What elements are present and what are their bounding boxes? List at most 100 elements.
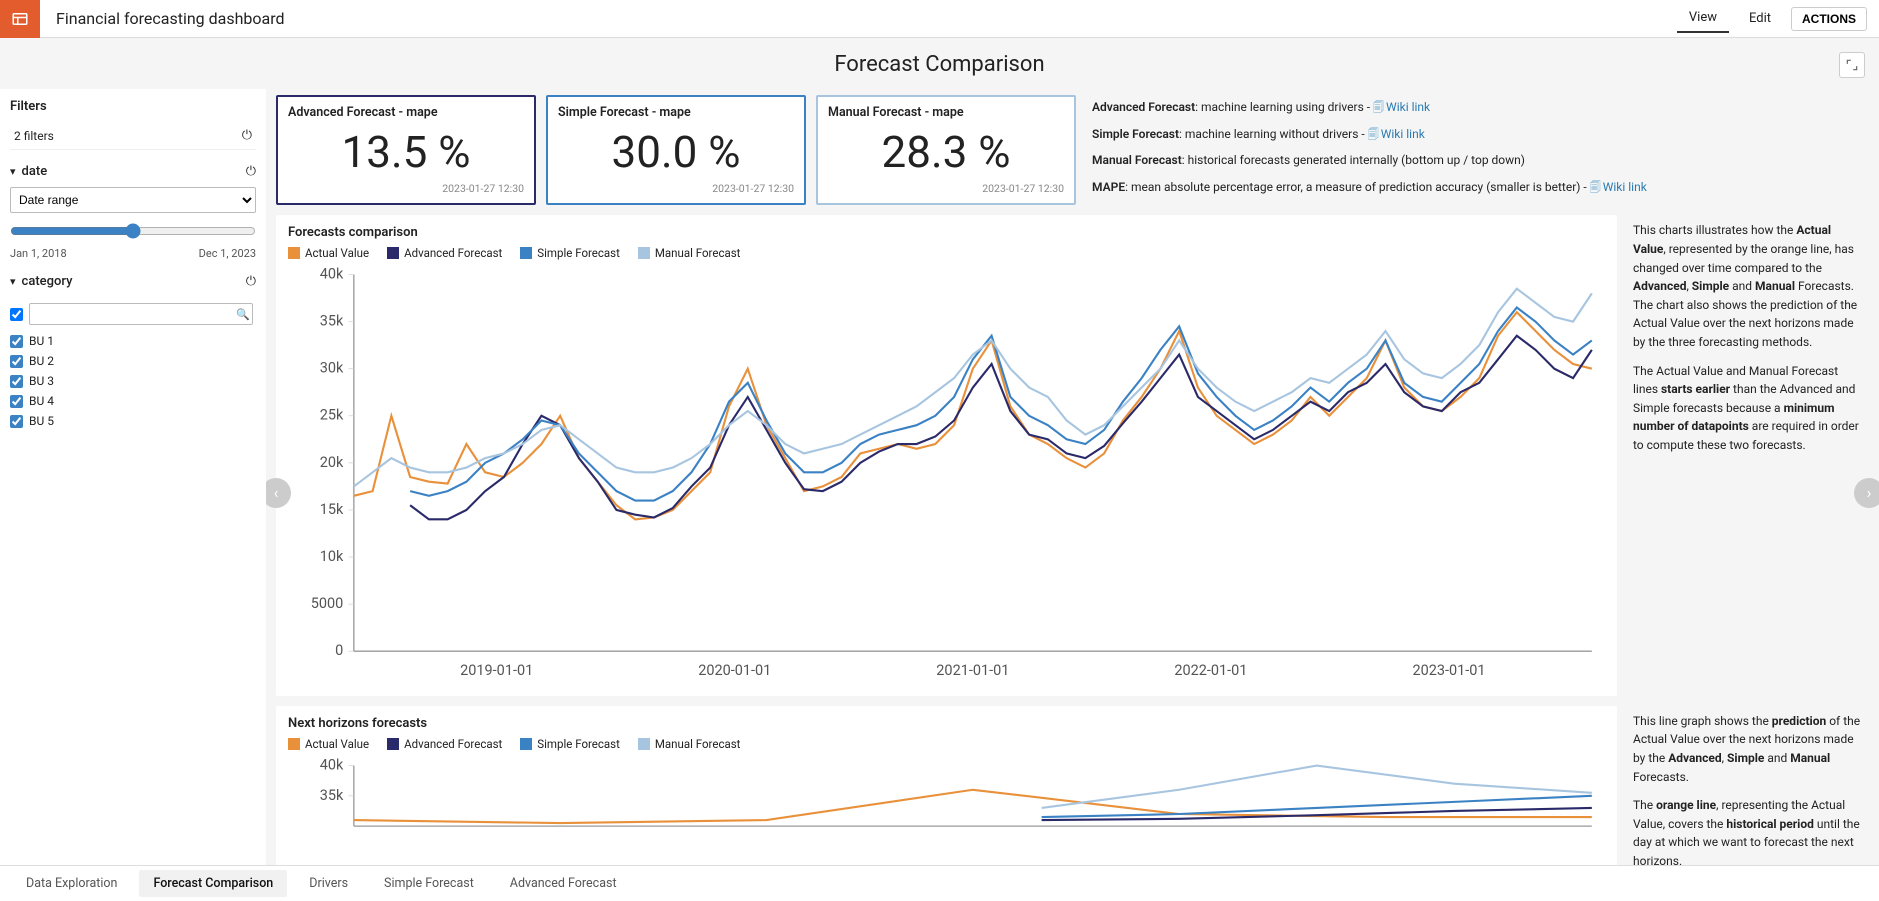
nav-view[interactable]: View bbox=[1677, 4, 1729, 33]
svg-text:25k: 25k bbox=[320, 407, 344, 424]
app-logo[interactable] bbox=[0, 0, 40, 38]
chart-title: Next horizons forecasts bbox=[288, 716, 1605, 731]
metric-value: 30.0 % bbox=[558, 120, 794, 182]
legend-swatch-actual bbox=[288, 738, 300, 750]
top-nav: View Edit ACTIONS bbox=[1677, 4, 1879, 33]
power-icon[interactable]: ⏻ bbox=[246, 164, 256, 179]
filters-sidebar: Filters 2 filters ⏻ ▾ date ⏻ Date range … bbox=[0, 89, 266, 866]
legend-swatch-manual bbox=[638, 738, 650, 750]
category-label: BU 2 bbox=[29, 354, 54, 368]
category-search-input[interactable] bbox=[29, 303, 253, 325]
category-item[interactable]: BU 4 bbox=[10, 391, 256, 411]
chart-title: Forecasts comparison bbox=[288, 225, 1605, 240]
filter-count: 2 filters bbox=[14, 129, 54, 143]
category-all-checkbox[interactable] bbox=[10, 308, 23, 321]
chart-next-horizons: Next horizons forecasts Actual Value Adv… bbox=[276, 706, 1617, 866]
metric-title: Manual Forecast - mape bbox=[828, 105, 1064, 120]
bottom-tabs: Data Exploration Forecast Comparison Drive… bbox=[0, 865, 1879, 901]
category-checkbox[interactable] bbox=[10, 355, 23, 368]
metric-timestamp: 2023-01-27 12:30 bbox=[828, 182, 1064, 195]
doc-icon: 🗐 bbox=[1373, 101, 1384, 114]
metric-manual: Manual Forecast - mape 28.3 % 2023-01-27… bbox=[816, 95, 1076, 205]
category-label: BU 5 bbox=[29, 414, 54, 428]
wiki-link[interactable]: Wiki link bbox=[1603, 180, 1647, 194]
svg-text:40k: 40k bbox=[320, 266, 344, 283]
expand-icon[interactable] bbox=[1839, 52, 1865, 78]
legend-swatch-simple bbox=[520, 247, 532, 259]
category-checkbox[interactable] bbox=[10, 395, 23, 408]
metric-timestamp: 2023-01-27 12:30 bbox=[288, 182, 524, 195]
svg-text:2023-01-01: 2023-01-01 bbox=[1412, 662, 1485, 679]
svg-text:30k: 30k bbox=[320, 360, 344, 377]
svg-text:5000: 5000 bbox=[311, 596, 344, 613]
chevron-down-icon[interactable]: ▾ bbox=[10, 275, 16, 288]
page-title-bar: Forecast Comparison bbox=[0, 38, 1879, 89]
legend-swatch-simple bbox=[520, 738, 532, 750]
nav-edit[interactable]: Edit bbox=[1737, 5, 1783, 32]
chart-svg[interactable]: 0500010k15k20k25k30k35k40k2019-01-012020… bbox=[288, 264, 1605, 685]
legend-swatch-actual bbox=[288, 247, 300, 259]
category-item[interactable]: BU 3 bbox=[10, 371, 256, 391]
bottom-tab[interactable]: Drivers bbox=[295, 870, 362, 897]
legend-swatch-manual bbox=[638, 247, 650, 259]
actions-button[interactable]: ACTIONS bbox=[1791, 7, 1867, 31]
metric-title: Simple Forecast - mape bbox=[558, 105, 794, 120]
bottom-tab[interactable]: Simple Forecast bbox=[370, 870, 488, 897]
bottom-tab[interactable]: Advanced Forecast bbox=[496, 870, 631, 897]
doc-icon: 🗐 bbox=[1368, 128, 1379, 141]
date-to: Dec 1, 2023 bbox=[199, 247, 256, 260]
date-range-slider[interactable] bbox=[10, 223, 256, 239]
svg-text:15k: 15k bbox=[320, 501, 344, 518]
category-item[interactable]: BU 2 bbox=[10, 351, 256, 371]
power-icon[interactable]: ⏻ bbox=[242, 128, 252, 143]
wiki-link[interactable]: Wiki link bbox=[1381, 127, 1425, 141]
page-title-text: Forecast Comparison bbox=[834, 52, 1044, 77]
category-item[interactable]: BU 5 bbox=[10, 411, 256, 431]
metric-value: 28.3 % bbox=[828, 120, 1064, 182]
chart-forecasts-comparison: Forecasts comparison Actual Value Advanc… bbox=[276, 215, 1617, 695]
svg-text:2020-01-01: 2020-01-01 bbox=[698, 662, 771, 679]
svg-text:2022-01-01: 2022-01-01 bbox=[1174, 662, 1247, 679]
svg-text:10k: 10k bbox=[320, 548, 344, 565]
metric-simple: Simple Forecast - mape 30.0 % 2023-01-27… bbox=[546, 95, 806, 205]
main-content: ‹ › Advanced Forecast - mape 13.5 % 2023… bbox=[266, 89, 1879, 866]
app-title: Financial forecasting dashboard bbox=[56, 9, 285, 28]
filters-heading: Filters bbox=[10, 99, 256, 114]
chart1-description: This charts illustrates how the Actual V… bbox=[1629, 215, 1869, 695]
metric-descriptions: Advanced Forecast: machine learning usin… bbox=[1086, 95, 1869, 205]
category-label: BU 3 bbox=[29, 374, 54, 388]
category-item[interactable]: BU 1 bbox=[10, 331, 256, 351]
chevron-down-icon[interactable]: ▾ bbox=[10, 165, 16, 178]
chart-legend: Actual Value Advanced Forecast Simple Fo… bbox=[288, 737, 1605, 751]
chart-legend: Actual Value Advanced Forecast Simple Fo… bbox=[288, 246, 1605, 260]
filter-date-label: date bbox=[22, 164, 48, 179]
bottom-tab[interactable]: Data Exploration bbox=[12, 870, 131, 897]
filter-category: ▾ category ⏻ 🔍 BU 1 BU 2 BU 3 BU 4 BU 5 bbox=[10, 274, 256, 431]
search-icon: 🔍 bbox=[236, 308, 250, 321]
filter-date: ▾ date ⏻ Date range Jan 1, 2018 Dec 1, 2… bbox=[10, 164, 256, 260]
category-checkbox[interactable] bbox=[10, 415, 23, 428]
svg-text:2019-01-01: 2019-01-01 bbox=[460, 662, 533, 679]
svg-text:35k: 35k bbox=[320, 787, 344, 804]
category-label: BU 1 bbox=[29, 334, 54, 348]
metric-timestamp: 2023-01-27 12:30 bbox=[558, 182, 794, 195]
metric-title: Advanced Forecast - mape bbox=[288, 105, 524, 120]
svg-text:2021-01-01: 2021-01-01 bbox=[936, 662, 1009, 679]
legend-swatch-advanced bbox=[387, 247, 399, 259]
category-checkbox[interactable] bbox=[10, 375, 23, 388]
power-icon[interactable]: ⏻ bbox=[246, 274, 256, 289]
date-from: Jan 1, 2018 bbox=[10, 247, 67, 260]
category-label: BU 4 bbox=[29, 394, 54, 408]
metric-advanced: Advanced Forecast - mape 13.5 % 2023-01-… bbox=[276, 95, 536, 205]
doc-icon: 🗐 bbox=[1590, 181, 1601, 194]
date-mode-select[interactable]: Date range bbox=[10, 187, 256, 213]
wiki-link[interactable]: Wiki link bbox=[1386, 100, 1430, 114]
topbar: Financial forecasting dashboard View Edi… bbox=[0, 0, 1879, 38]
filter-category-label: category bbox=[22, 274, 73, 289]
category-checkbox[interactable] bbox=[10, 335, 23, 348]
metric-value: 13.5 % bbox=[288, 120, 524, 182]
next-page-button[interactable]: › bbox=[1854, 478, 1879, 508]
bottom-tab[interactable]: Forecast Comparison bbox=[139, 870, 287, 897]
chart-svg[interactable]: 35k40k bbox=[288, 755, 1605, 860]
svg-text:35k: 35k bbox=[320, 313, 344, 330]
